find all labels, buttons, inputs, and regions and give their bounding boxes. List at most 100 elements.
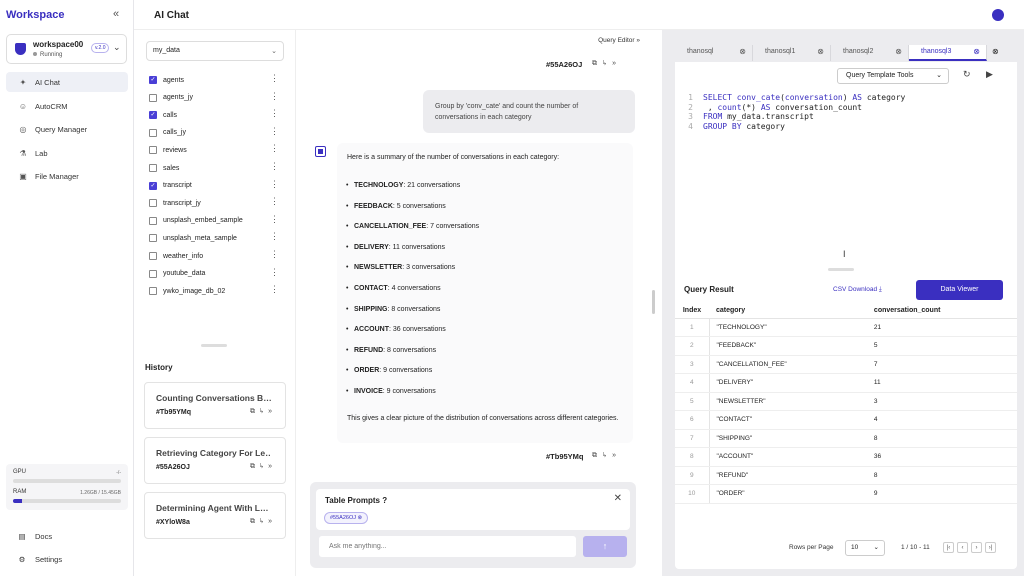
rows-per-page-select[interactable]: 10 ⌄ <box>845 540 885 556</box>
column-header[interactable]: category <box>709 304 867 319</box>
more-options-icon[interactable]: ⋮ <box>270 214 279 224</box>
more-options-icon[interactable]: ⋮ <box>270 267 279 277</box>
history-card[interactable]: Determining Agent With L… #XYloW8a ⧉↳» <box>144 492 286 539</box>
insert-icon[interactable]: ↳ <box>603 452 612 459</box>
table-checkbox[interactable] <box>149 216 157 225</box>
resize-handle[interactable] <box>828 268 854 271</box>
docs-link[interactable]: ▤ Docs <box>17 532 52 541</box>
table-item[interactable]: ywko_image_db_02 ⋮ <box>149 284 279 298</box>
close-tab-icon[interactable]: ⊗ <box>739 47 746 56</box>
table-checkbox[interactable] <box>149 93 157 102</box>
tab-thanosql2[interactable]: thanosql2 ⊗ <box>831 45 909 61</box>
refresh-icon[interactable]: ↻ <box>963 69 971 80</box>
prompt-chip[interactable]: #55A26OJ ⊗ <box>324 512 369 524</box>
column-header[interactable]: Index <box>675 304 709 319</box>
settings-link[interactable]: ⚙ Settings <box>17 555 62 564</box>
insert-icon[interactable]: ↳ <box>260 463 268 470</box>
chevron-down-icon[interactable]: ⌄ <box>113 42 121 53</box>
more-options-icon[interactable]: ⋮ <box>270 91 279 101</box>
copy-icon[interactable]: ⧉ <box>250 408 260 415</box>
help-icon[interactable]: ? <box>382 496 387 505</box>
first-page-button[interactable]: |‹ <box>943 542 954 553</box>
more-options-icon[interactable]: ⋮ <box>270 162 279 171</box>
close-icon[interactable]: ⊗ <box>992 47 999 56</box>
next-page-button[interactable]: › <box>971 542 982 553</box>
history-card[interactable]: Retrieving Category For Le… #55A26OJ ⧉↳» <box>144 437 286 484</box>
table-item[interactable]: ✓ agents ⋮ <box>149 73 279 87</box>
remove-chip-icon[interactable]: ⊗ <box>358 515 363 521</box>
table-checkbox[interactable]: ✓ <box>149 111 157 120</box>
query-template-tools-dropdown[interactable]: Query Template Tools ⌄ <box>837 68 949 84</box>
close-tab-icon[interactable]: ⊗ <box>817 47 824 56</box>
more-options-icon[interactable]: ⋮ <box>270 197 279 206</box>
panel-splitter[interactable] <box>652 290 655 314</box>
prev-page-button[interactable]: ‹ <box>957 542 968 553</box>
copy-icon[interactable]: ⧉ <box>592 452 603 459</box>
query-editor-toggle[interactable]: Query Editor » <box>598 37 640 44</box>
nav-item-ai-chat[interactable]: ✦ AI Chat <box>6 72 128 92</box>
code-area[interactable]: 1 SELECT conv_cate(conversation) AS categ… <box>679 93 905 131</box>
nav-item-file-manager[interactable]: ▣ File Manager <box>6 166 128 186</box>
nav-item-autocrm[interactable]: ☺ AutoCRM <box>6 96 128 116</box>
send-button[interactable]: ↑ <box>583 536 627 557</box>
more-options-icon[interactable]: ⋮ <box>270 250 279 259</box>
insert-icon[interactable]: ↳ <box>260 408 268 415</box>
forward-icon[interactable]: » <box>268 518 277 525</box>
table-item[interactable]: reviews ⋮ <box>149 143 279 157</box>
more-options-icon[interactable]: ⋮ <box>270 232 279 241</box>
table-item[interactable]: sales ⋮ <box>149 161 279 175</box>
more-options-icon[interactable]: ⋮ <box>270 179 279 189</box>
table-item[interactable]: weather_info ⋮ <box>149 249 279 263</box>
table-item[interactable]: transcript_jy ⋮ <box>149 196 279 210</box>
more-options-icon[interactable]: ⋮ <box>270 144 279 153</box>
table-item[interactable]: unsplash_meta_sample ⋮ <box>149 231 279 245</box>
close-icon[interactable]: ✕ <box>614 493 622 504</box>
tab-thanosql[interactable]: thanosql ⊗ <box>675 45 753 61</box>
nav-item-query-manager[interactable]: ◎ Query Manager <box>6 119 128 139</box>
more-options-icon[interactable]: ⋮ <box>270 74 279 83</box>
copy-icon[interactable]: ⧉ <box>250 518 260 525</box>
table-checkbox[interactable] <box>149 234 157 243</box>
collapse-sidebar-icon[interactable]: « <box>113 8 119 20</box>
run-icon[interactable]: ▶ <box>986 69 993 80</box>
forward-icon[interactable]: » <box>268 408 277 415</box>
table-checkbox[interactable] <box>149 269 157 278</box>
table-checkbox[interactable] <box>149 287 157 296</box>
close-tab-icon[interactable]: ⊗ <box>895 47 902 56</box>
forward-icon[interactable]: » <box>268 463 277 470</box>
data-viewer-button[interactable]: Data Viewer <box>916 280 1003 300</box>
copy-icon[interactable]: ⧉ <box>592 60 603 67</box>
more-options-icon[interactable]: ⋮ <box>270 126 279 136</box>
table-checkbox[interactable] <box>149 128 157 137</box>
table-checkbox[interactable] <box>149 164 157 172</box>
table-checkbox[interactable]: ✓ <box>149 76 157 84</box>
table-item[interactable]: ✓ calls ⋮ <box>149 108 279 122</box>
more-options-icon[interactable]: ⋮ <box>270 109 279 118</box>
chat-input[interactable] <box>319 536 576 557</box>
tab-thanosql3[interactable]: thanosql3 ⊗ <box>909 45 987 61</box>
database-select[interactable]: my_data ⌄ <box>146 41 284 61</box>
more-options-icon[interactable]: ⋮ <box>270 285 279 294</box>
column-header[interactable]: conversation_count <box>866 304 1017 319</box>
table-item[interactable]: calls_jy ⋮ <box>149 126 279 140</box>
table-checkbox[interactable] <box>149 199 157 208</box>
table-checkbox[interactable]: ✓ <box>149 181 157 190</box>
last-page-button[interactable]: ›| <box>985 542 996 553</box>
table-checkbox[interactable] <box>149 146 157 155</box>
table-item[interactable]: ✓ transcript ⋮ <box>149 179 279 193</box>
tab-thanosql1[interactable]: thanosql1 ⊗ <box>753 45 831 61</box>
csv-download-link[interactable]: CSV Download ⤓ <box>833 286 882 294</box>
nav-item-lab[interactable]: ⚗ Lab <box>6 143 128 163</box>
insert-icon[interactable]: ↳ <box>603 60 612 67</box>
close-tab-icon[interactable]: ⊗ <box>973 47 980 56</box>
table-checkbox[interactable] <box>149 252 157 260</box>
user-avatar-icon[interactable] <box>992 9 1004 21</box>
table-item[interactable]: youtube_data ⋮ <box>149 267 279 281</box>
forward-icon[interactable]: » <box>612 452 622 459</box>
sql-editor[interactable]: Query Template Tools ⌄ ↻ ▶ 1 SELECT conv_… <box>675 62 1017 290</box>
workspace-selector[interactable]: workspace00 Running v.2.0 ⌄ <box>6 34 127 64</box>
table-item[interactable]: agents_jy ⋮ <box>149 91 279 105</box>
insert-icon[interactable]: ↳ <box>260 518 268 525</box>
forward-icon[interactable]: » <box>612 60 622 67</box>
copy-icon[interactable]: ⧉ <box>250 463 260 470</box>
